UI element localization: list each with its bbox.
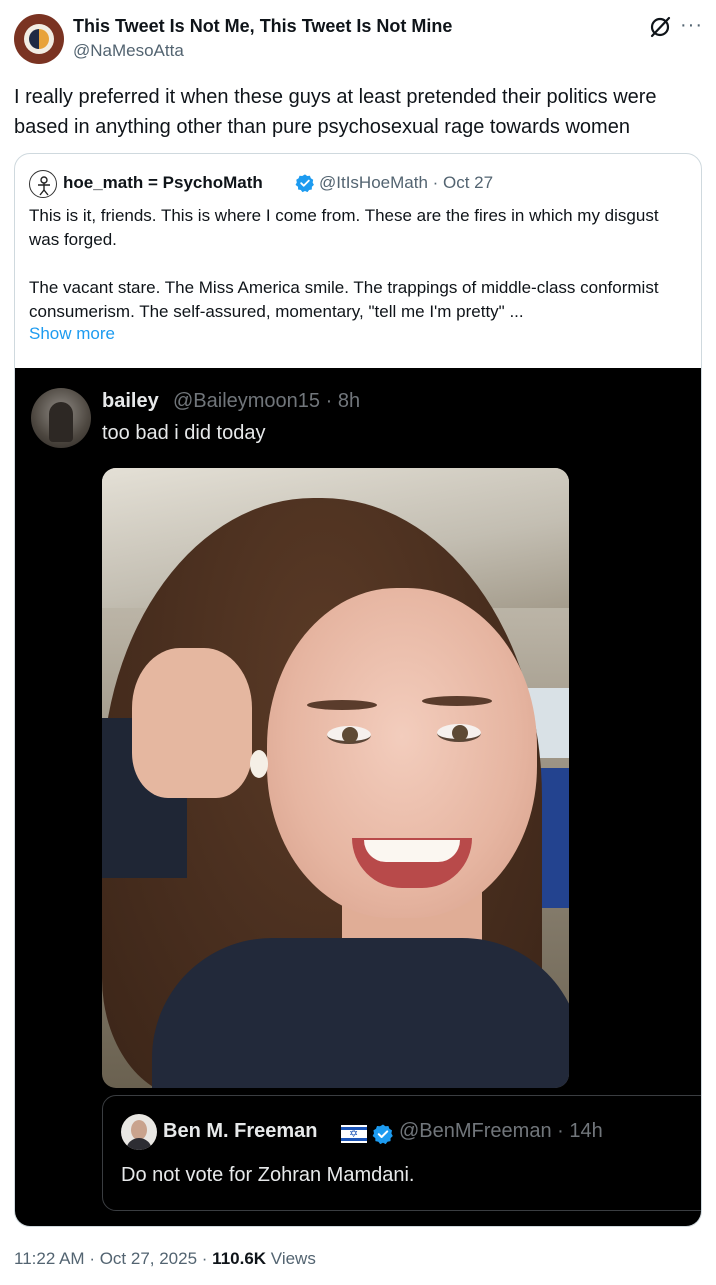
stick-figure-icon [38, 176, 50, 196]
photo-right-pupil [452, 725, 468, 741]
quoted-paragraph-1: This is it, friends. This is where I com… [29, 206, 659, 249]
flag-stripe-bottom [341, 1138, 367, 1141]
quoted-media-screenshot[interactable]: bailey @Baileymoon15 · 8h too bad i did … [15, 368, 701, 1226]
tweet-text: I really preferred it when these guys at… [14, 86, 657, 138]
tweet-time[interactable]: 11:22 AM [14, 1249, 85, 1268]
tweet-date[interactable]: Oct 27, 2025 [100, 1249, 197, 1268]
reply-author-avatar [31, 388, 91, 448]
photo-earring [250, 750, 268, 778]
quoted-author-handle-date[interactable]: @ItIsHoeMath · Oct 27 [319, 173, 493, 193]
more-icon[interactable]: ··· [680, 12, 703, 38]
tweet-header: This Tweet Is Not Me, This Tweet Is Not … [14, 12, 704, 68]
nested-tweet-text: Do not vote for Zohran Mamdani. [121, 1164, 415, 1186]
quoted-paragraph-2: The vacant stare. The Miss America smile… [29, 278, 659, 321]
photo-teeth [364, 840, 460, 862]
views-count: 110.6K [212, 1249, 267, 1268]
quoted-author-name[interactable]: hoe_math = PsychoMath [63, 173, 263, 193]
nested-author-avatar [121, 1114, 157, 1150]
israel-flag-icon: ✡ [341, 1125, 367, 1143]
selfie-photo [102, 468, 569, 1088]
nested-quoted-tweet: Ben M. Freeman ✡ @BenMFreeman · 14h Do n… [102, 1095, 701, 1211]
photo-right-brow [422, 696, 492, 706]
reply-author-name: bailey [102, 390, 159, 412]
avatar-emblem [29, 29, 49, 49]
author-name[interactable]: This Tweet Is Not Me, This Tweet Is Not … [73, 16, 452, 37]
tweet-metadata: 11:22 AM · Oct 27, 2025 · 110.6K Views [14, 1249, 316, 1269]
photo-left-brow [307, 700, 377, 710]
quoted-tweet[interactable]: hoe_math = PsychoMath @ItIsHoeMath · Oct… [14, 153, 702, 1227]
views-label-text: Views [270, 1249, 316, 1268]
quoted-tweet-text: This is it, friends. This is where I com… [29, 204, 689, 324]
verified-badge-icon [295, 174, 314, 193]
author-avatar[interactable] [14, 14, 64, 64]
avatar-head [131, 1120, 147, 1140]
author-handle[interactable]: @NaMesoAtta [73, 41, 184, 61]
quoted-tweet-header: hoe_math = PsychoMath @ItIsHoeMath · Oct… [29, 170, 689, 198]
verified-badge-icon [372, 1124, 393, 1145]
photo-hand [132, 648, 252, 798]
nested-author-name: Ben M. Freeman [163, 1120, 318, 1142]
photo-sweater [152, 938, 569, 1088]
separator-dot: · [201, 1249, 213, 1268]
quoted-author-avatar[interactable] [29, 170, 57, 198]
photo-left-pupil [342, 727, 358, 743]
reply-author-handle-time: @Baileymoon15 · 8h [173, 390, 361, 412]
avatar-figure [49, 402, 73, 442]
grok-icon[interactable] [647, 14, 673, 40]
separator-dot: · [89, 1249, 100, 1268]
show-more-link[interactable]: Show more [29, 324, 115, 344]
nested-author-handle-time: @BenMFreeman · 14h [399, 1120, 603, 1142]
avatar-body [126, 1138, 152, 1150]
reply-text: too bad i did today [102, 422, 266, 444]
